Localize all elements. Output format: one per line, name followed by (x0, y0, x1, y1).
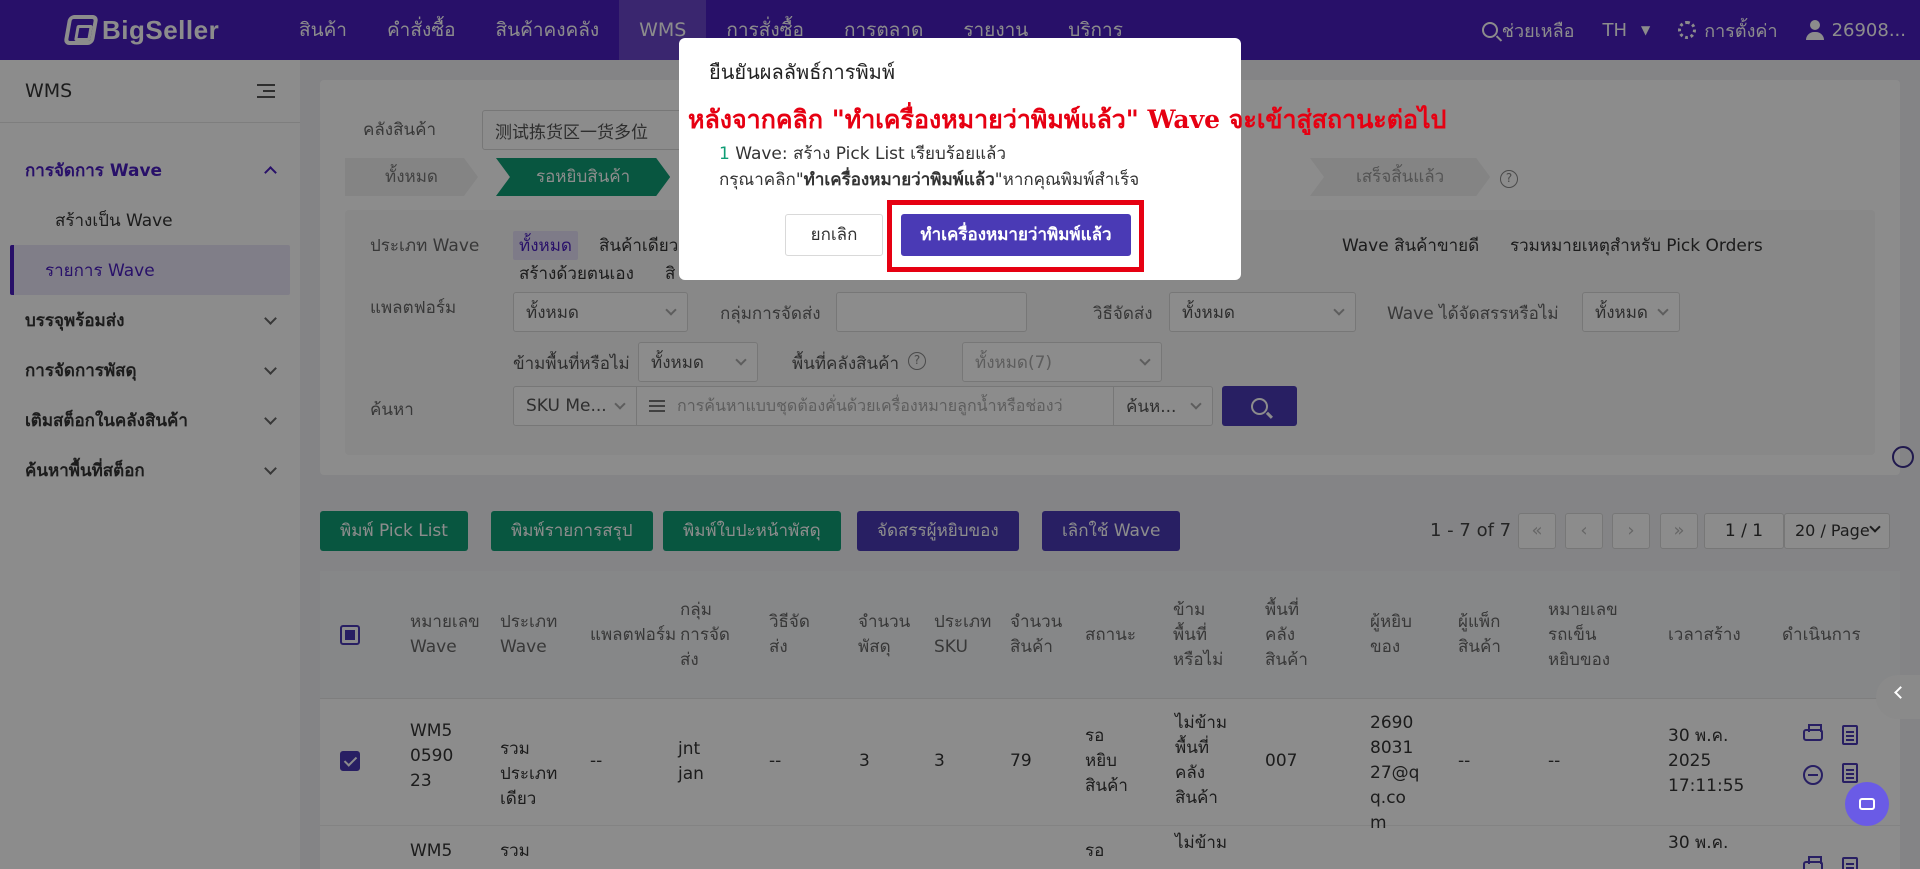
dialog-message-1: 1 Wave: สร้าง Pick List เรียบร้อยแล้ว (719, 144, 1007, 164)
chat-button[interactable] (1845, 782, 1889, 826)
cancel-button[interactable]: ยกเลิก (785, 214, 883, 256)
mark-as-printed-button[interactable]: ทำเครื่องหมายว่าพิมพ์แล้ว (901, 214, 1131, 256)
dialog-title: ยืนยันผลลัพธ์การพิมพ์ (709, 60, 896, 84)
print-confirm-dialog: ยืนยันผลลัพธ์การพิมพ์ หลังจากคลิก "ทำเคร… (679, 38, 1446, 280)
chat-icon (1859, 798, 1875, 810)
wave-count: 1 (719, 144, 730, 164)
chevron-left-icon (1894, 686, 1907, 699)
dialog-message-2: กรุณาคลิก"ทำเครื่องหมายว่าพิมพ์แล้ว"หากค… (719, 170, 1140, 190)
side-panel-toggle[interactable] (1876, 675, 1920, 719)
dialog-annotation: หลังจากคลิก "ทำเครื่องหมายว่าพิมพ์แล้ว" … (688, 105, 1447, 134)
